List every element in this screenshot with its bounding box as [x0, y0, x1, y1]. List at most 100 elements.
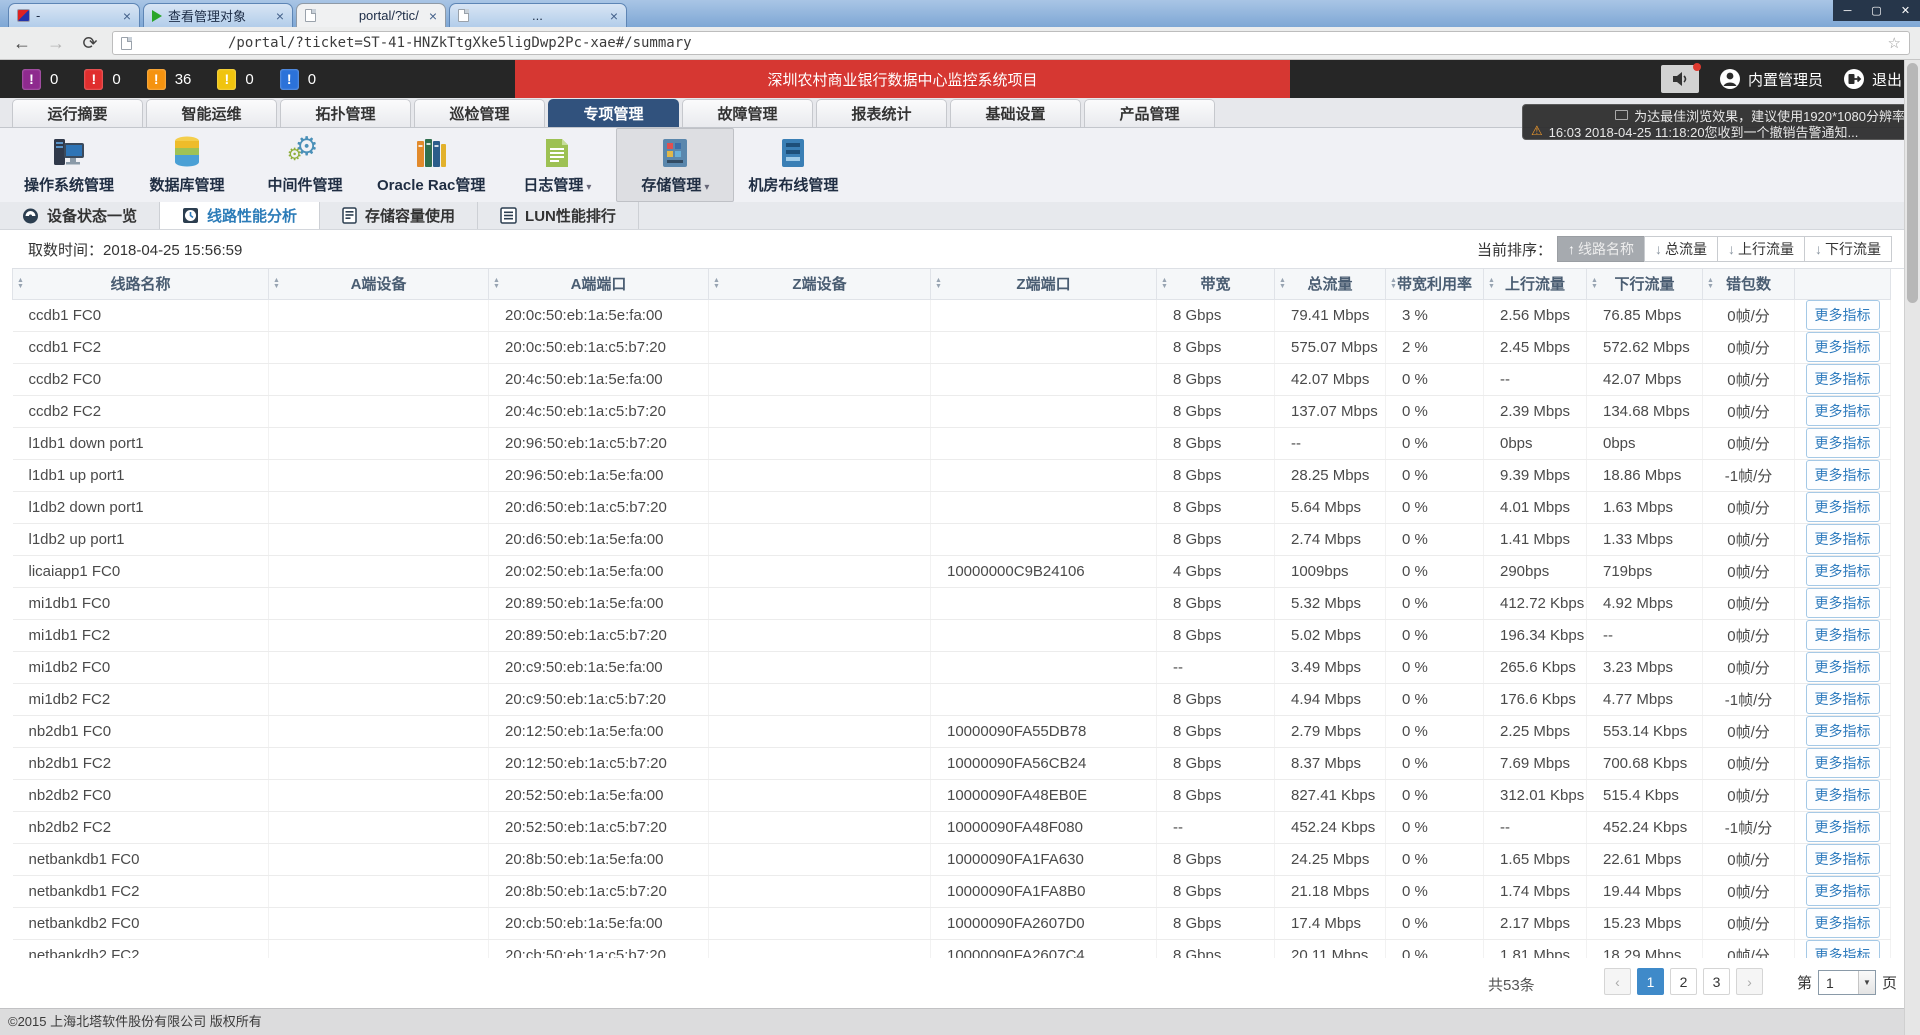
column-sort-icon[interactable]: ▲▼ [1707, 278, 1714, 290]
tab-close-icon[interactable]: × [610, 9, 618, 23]
sub-tab-device-status[interactable]: 设备状态一览 [0, 202, 160, 229]
nav-tab[interactable]: 报表统计 [816, 99, 947, 127]
window-minimize-button[interactable]: ─ [1833, 0, 1862, 21]
more-metrics-button[interactable]: 更多指标 [1806, 396, 1880, 426]
sub-tab-lun-ranking[interactable]: LUN性能排行 [478, 202, 639, 229]
alert-badge[interactable]: ! 0 [217, 69, 253, 90]
nav-tab[interactable]: 拓扑管理 [280, 99, 411, 127]
more-metrics-button[interactable]: 更多指标 [1806, 652, 1880, 682]
table-row[interactable]: netbankdb1 FC0 20:8b:50:eb:1a:5e:fa:00 1… [13, 843, 1891, 875]
tab-close-icon[interactable]: × [123, 9, 131, 23]
ribbon-item-os[interactable]: 操作系统管理 [10, 128, 128, 202]
column-header[interactable]: ▲▼ 总流量 [1275, 269, 1386, 299]
browser-tab[interactable]: ... × [449, 3, 627, 27]
nav-tab[interactable]: 智能运维 [146, 99, 277, 127]
pager-page-button[interactable]: 1 [1637, 968, 1664, 995]
more-metrics-button[interactable]: 更多指标 [1806, 748, 1880, 778]
more-metrics-button[interactable]: 更多指标 [1806, 940, 1880, 958]
dropdown-arrow-icon[interactable]: ▼ [1858, 971, 1875, 994]
table-row[interactable]: nb2db1 FC0 20:12:50:eb:1a:5e:fa:00 10000… [13, 715, 1891, 747]
more-metrics-button[interactable]: 更多指标 [1806, 588, 1880, 618]
column-header[interactable]: ▲▼ 带宽利用率 [1386, 269, 1484, 299]
column-header[interactable]: ▲▼ Z端设备 [709, 269, 931, 299]
sort-button[interactable]: 下行流量 [1804, 236, 1892, 262]
table-row[interactable]: mi1db2 FC2 20:c9:50:eb:1a:c5:b7:20 8 Gbp… [13, 683, 1891, 715]
table-row[interactable]: l1db1 down port1 20:96:50:eb:1a:c5:b7:20… [13, 427, 1891, 459]
column-sort-icon[interactable]: ▲▼ [1591, 278, 1598, 290]
url-bar[interactable]: /portal/?ticket=ST-41-HNZkTtgXke5ligDwp2… [112, 31, 1910, 55]
more-metrics-button[interactable]: 更多指标 [1806, 844, 1880, 874]
page-scroll-thumb[interactable] [1907, 63, 1918, 303]
table-row[interactable]: nb2db2 FC0 20:52:50:eb:1a:5e:fa:00 10000… [13, 779, 1891, 811]
table-row[interactable]: netbankdb1 FC2 20:8b:50:eb:1a:c5:b7:20 1… [13, 875, 1891, 907]
forward-button[interactable]: → [44, 33, 68, 54]
ribbon-item-log[interactable]: 日志管理▾ [498, 128, 616, 202]
table-row[interactable]: mi1db2 FC0 20:c9:50:eb:1a:5e:fa:00 -- 3.… [13, 651, 1891, 683]
sub-tab-line-performance[interactable]: 线路性能分析 [160, 202, 320, 229]
back-button[interactable]: ← [10, 33, 34, 54]
more-metrics-button[interactable]: 更多指标 [1806, 524, 1880, 554]
more-metrics-button[interactable]: 更多指标 [1806, 300, 1880, 330]
column-header[interactable]: ▲▼ Z端端口 [931, 269, 1157, 299]
column-sort-icon[interactable]: ▲▼ [935, 278, 942, 290]
column-sort-icon[interactable]: ▲▼ [493, 278, 500, 290]
more-metrics-button[interactable]: 更多指标 [1806, 620, 1880, 650]
table-row[interactable]: l1db2 down port1 20:d6:50:eb:1a:c5:b7:20… [13, 491, 1891, 523]
sub-tab-storage-capacity[interactable]: 存储容量使用 [320, 202, 478, 229]
table-row[interactable]: nb2db2 FC2 20:52:50:eb:1a:c5:b7:20 10000… [13, 811, 1891, 843]
alert-badge[interactable]: ! 0 [84, 69, 120, 90]
refresh-button[interactable]: ⟳ [78, 33, 102, 54]
sound-button[interactable] [1661, 65, 1699, 93]
ribbon-item-middleware[interactable]: ⚙ ⚙ 中间件管理 [246, 128, 364, 202]
sort-button[interactable]: 上行流量 [1717, 236, 1805, 262]
pager-prev-button[interactable]: ‹ [1604, 968, 1631, 995]
bookmark-star-icon[interactable]: ☆ [1888, 34, 1901, 52]
window-maximize-button[interactable]: ▢ [1862, 0, 1891, 21]
nav-tab[interactable]: 专项管理 [548, 99, 679, 127]
table-row[interactable]: l1db1 up port1 20:96:50:eb:1a:5e:fa:00 8… [13, 459, 1891, 491]
tab-close-icon[interactable]: × [429, 9, 437, 23]
table-row[interactable]: netbankdb2 FC2 20:cb:50:eb:1a:c5:b7:20 1… [13, 939, 1891, 958]
more-metrics-button[interactable]: 更多指标 [1806, 716, 1880, 746]
column-sort-icon[interactable]: ▲▼ [1279, 278, 1286, 290]
alert-badge[interactable]: ! 0 [22, 69, 58, 90]
pager-page-button[interactable]: 2 [1670, 968, 1697, 995]
table-row[interactable]: licaiapp1 FC0 20:02:50:eb:1a:5e:fa:00 10… [13, 555, 1891, 587]
table-row[interactable]: ccdb2 FC2 20:4c:50:eb:1a:c5:b7:20 8 Gbps… [13, 395, 1891, 427]
browser-tab-active[interactable]: /portal/?tic × [296, 3, 446, 27]
nav-tab[interactable]: 故障管理 [682, 99, 813, 127]
ribbon-item-oracle-rac[interactable]: Oracle Rac管理 [364, 128, 498, 202]
table-row[interactable]: mi1db1 FC0 20:89:50:eb:1a:5e:fa:00 8 Gbp… [13, 587, 1891, 619]
browser-tab[interactable]: 查看管理对象 × [143, 3, 293, 27]
page-jump-select[interactable]: 1 ▼ [1818, 970, 1876, 995]
column-header[interactable]: ▲▼ A端端口 [489, 269, 709, 299]
sort-button[interactable]: 总流量 [1644, 236, 1718, 262]
ribbon-item-storage[interactable]: 存储管理▾ [616, 128, 734, 202]
notification-toast[interactable]: 为达最佳浏览效果，建议使用1920*1080分辨率 ⚠ 16:03 2018-0… [1522, 104, 1914, 140]
pager-page-button[interactable]: 3 [1703, 968, 1730, 995]
more-metrics-button[interactable]: 更多指标 [1806, 460, 1880, 490]
more-metrics-button[interactable]: 更多指标 [1806, 812, 1880, 842]
column-sort-icon[interactable]: ▲▼ [713, 278, 720, 290]
table-row[interactable]: mi1db1 FC2 20:89:50:eb:1a:c5:b7:20 8 Gbp… [13, 619, 1891, 651]
page-scrollbar[interactable] [1904, 60, 1920, 1035]
table-row[interactable]: ccdb1 FC0 20:0c:50:eb:1a:5e:fa:00 8 Gbps… [13, 299, 1891, 331]
column-sort-icon[interactable]: ▲▼ [273, 278, 280, 290]
browser-tab[interactable]: - × [8, 3, 140, 27]
ribbon-item-database[interactable]: 数据库管理 [128, 128, 246, 202]
table-row[interactable]: netbankdb2 FC0 20:cb:50:eb:1a:5e:fa:00 1… [13, 907, 1891, 939]
more-metrics-button[interactable]: 更多指标 [1806, 908, 1880, 938]
user-menu[interactable]: 内置管理员 [1719, 68, 1823, 90]
nav-tab[interactable]: 产品管理 [1084, 99, 1215, 127]
more-metrics-button[interactable]: 更多指标 [1806, 876, 1880, 906]
ribbon-item-cabling[interactable]: 机房布线管理 [734, 128, 852, 202]
alert-badge[interactable]: ! 36 [147, 69, 192, 90]
nav-tab[interactable]: 运行摘要 [12, 99, 143, 127]
table-row[interactable]: nb2db1 FC2 20:12:50:eb:1a:c5:b7:20 10000… [13, 747, 1891, 779]
more-metrics-button[interactable]: 更多指标 [1806, 364, 1880, 394]
logout-button[interactable]: 退出 [1843, 68, 1902, 90]
url-text[interactable]: /portal/?ticket=ST-41-HNZkTtgXke5ligDwp2… [228, 35, 692, 51]
column-header[interactable]: ▲▼ 线路名称 [13, 269, 269, 299]
column-sort-icon[interactable]: ▲▼ [1390, 278, 1397, 290]
column-header[interactable]: ▲▼ A端设备 [269, 269, 489, 299]
